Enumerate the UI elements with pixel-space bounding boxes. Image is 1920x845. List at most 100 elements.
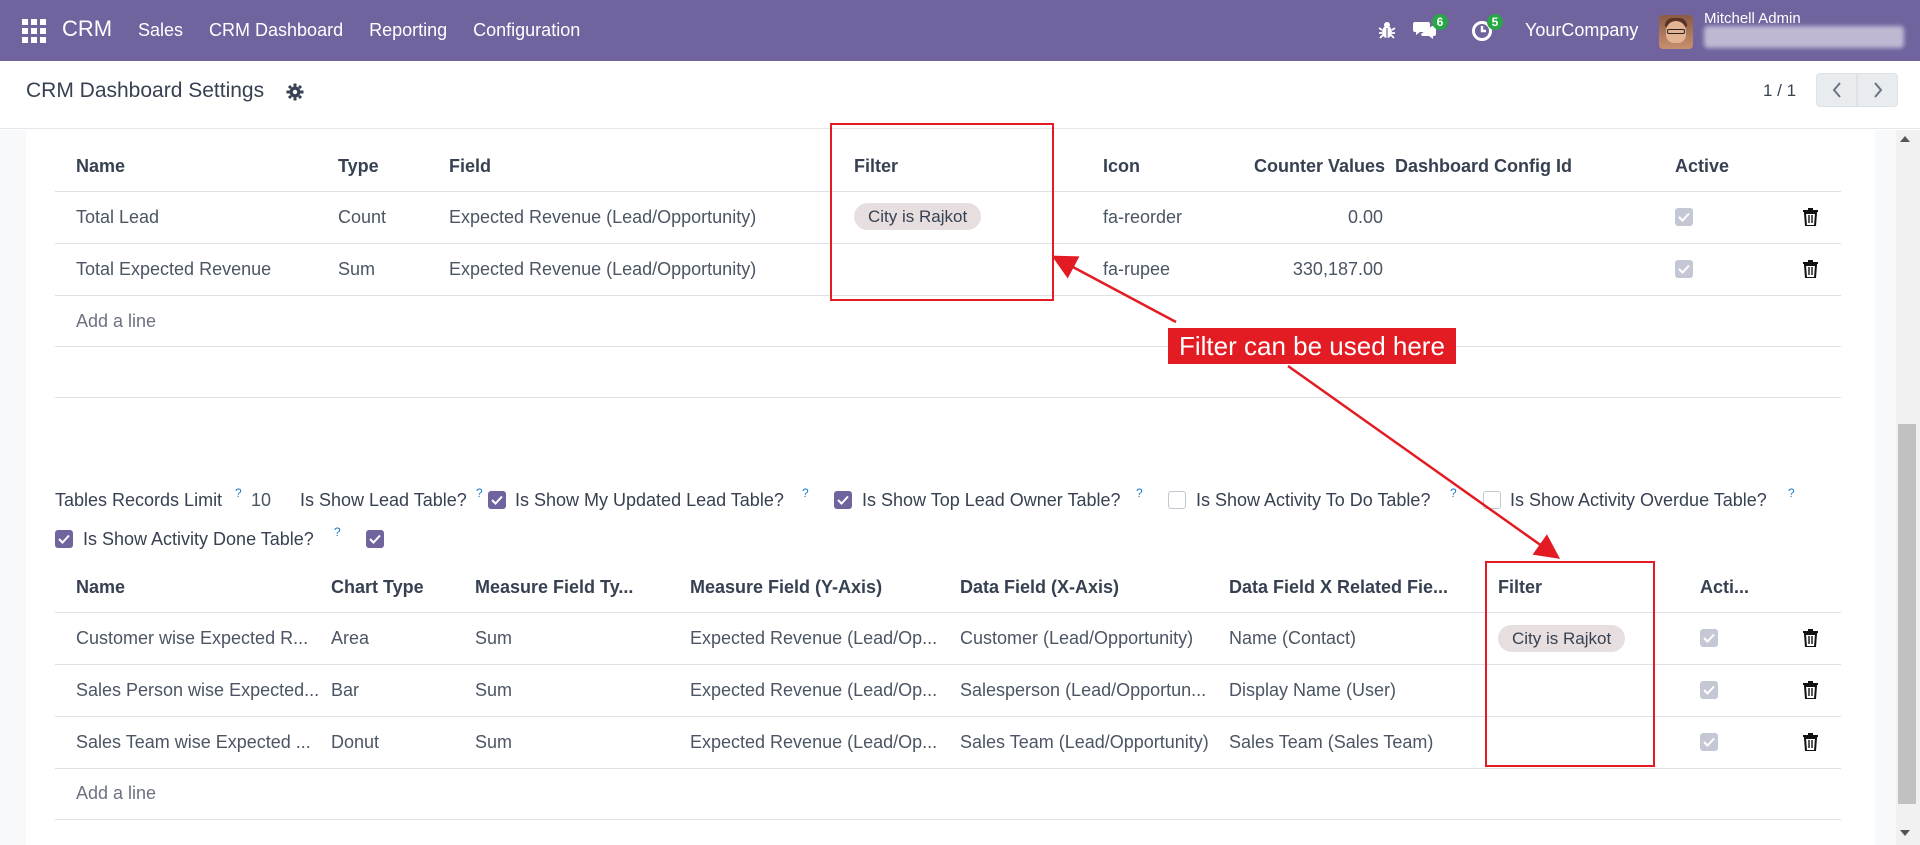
help-tooltip[interactable]: ? bbox=[334, 525, 341, 539]
annotation-callout: Filter can be used here bbox=[1168, 328, 1456, 364]
active-checkbox[interactable] bbox=[1675, 260, 1693, 278]
col-header-dashboard-config-id[interactable]: Dashboard Config Id bbox=[1395, 156, 1572, 177]
bug-icon[interactable] bbox=[1378, 20, 1396, 45]
chat-count-badge: 6 bbox=[1432, 14, 1448, 30]
delete-row-trash-icon[interactable] bbox=[1803, 733, 1818, 756]
menu-sales[interactable]: Sales bbox=[138, 20, 183, 41]
show-my-updated-lead-checkbox[interactable] bbox=[834, 491, 852, 509]
activity-count-badge: 5 bbox=[1487, 14, 1503, 30]
tables-records-limit-value[interactable]: 10 bbox=[251, 490, 271, 511]
cell-measure-type[interactable]: Sum bbox=[475, 680, 512, 701]
delete-row-trash-icon[interactable] bbox=[1803, 208, 1818, 231]
apps-menu-icon[interactable] bbox=[22, 19, 46, 43]
scroll-up-arrow-icon[interactable] bbox=[1900, 136, 1910, 142]
active-checkbox[interactable] bbox=[1700, 733, 1718, 751]
row-divider bbox=[55, 346, 1841, 347]
scroll-down-arrow-icon[interactable] bbox=[1900, 830, 1910, 836]
col-header-measure-field[interactable]: Measure Field (Y-Axis) bbox=[690, 577, 882, 598]
cell-name[interactable]: Customer wise Expected R... bbox=[76, 628, 326, 649]
annotation-highlight-box bbox=[830, 123, 1054, 301]
top-navbar: CRM Sales CRM Dashboard Reporting Config… bbox=[0, 0, 1920, 61]
pager-previous-button[interactable] bbox=[1816, 73, 1857, 107]
cell-measure-field[interactable]: Expected Revenue (Lead/Op... bbox=[690, 628, 955, 649]
gear-icon[interactable] bbox=[286, 83, 304, 106]
cell-data-field-related[interactable]: Display Name (User) bbox=[1229, 680, 1396, 701]
cell-data-field[interactable]: Sales Team (Lead/Opportunity) bbox=[960, 732, 1225, 753]
cell-counter-value[interactable]: 0.00 bbox=[1283, 207, 1383, 228]
col-header-field[interactable]: Field bbox=[449, 156, 491, 177]
col-header-active[interactable]: Acti... bbox=[1700, 577, 1749, 598]
col-header-name[interactable]: Name bbox=[76, 577, 125, 598]
cell-type[interactable]: Count bbox=[338, 207, 386, 228]
delete-row-trash-icon[interactable] bbox=[1803, 681, 1818, 704]
show-top-lead-owner-label: Is Show Top Lead Owner Table? bbox=[862, 490, 1121, 510]
menu-configuration[interactable]: Configuration bbox=[473, 20, 580, 41]
help-tooltip[interactable]: ? bbox=[1788, 486, 1795, 500]
show-activity-overdue-checkbox[interactable] bbox=[55, 530, 73, 548]
cell-measure-type[interactable]: Sum bbox=[475, 732, 512, 753]
user-avatar[interactable] bbox=[1659, 15, 1693, 49]
chevron-left-icon bbox=[1832, 82, 1841, 98]
show-activity-done-checkbox[interactable] bbox=[366, 530, 384, 548]
app-brand[interactable]: CRM bbox=[62, 16, 112, 42]
page-title: CRM Dashboard Settings bbox=[26, 79, 265, 102]
col-header-icon[interactable]: Icon bbox=[1103, 156, 1140, 177]
user-name[interactable]: Mitchell Admin bbox=[1704, 10, 1801, 27]
cell-data-field[interactable]: Salesperson (Lead/Opportun... bbox=[960, 680, 1225, 701]
cell-icon[interactable]: fa-rupee bbox=[1103, 259, 1170, 280]
col-header-type[interactable]: Type bbox=[338, 156, 379, 177]
cell-name[interactable]: Sales Person wise Expected... bbox=[76, 680, 326, 701]
col-header-chart-type[interactable]: Chart Type bbox=[331, 577, 424, 598]
help-tooltip[interactable]: ? bbox=[1450, 486, 1457, 500]
menu-reporting[interactable]: Reporting bbox=[369, 20, 447, 41]
show-lead-table-checkbox[interactable] bbox=[488, 491, 506, 509]
company-switcher[interactable]: YourCompany bbox=[1525, 20, 1638, 41]
cell-type[interactable]: Sum bbox=[338, 259, 375, 280]
cell-field[interactable]: Expected Revenue (Lead/Opportunity) bbox=[449, 207, 756, 228]
cell-chart-type[interactable]: Area bbox=[331, 628, 369, 649]
col-header-active[interactable]: Active bbox=[1675, 156, 1729, 177]
cell-field[interactable]: Expected Revenue (Lead/Opportunity) bbox=[449, 259, 756, 280]
active-checkbox[interactable] bbox=[1675, 208, 1693, 226]
add-line-link[interactable]: Add a line bbox=[76, 311, 156, 332]
scrollbar-thumb[interactable] bbox=[1898, 424, 1916, 804]
cell-measure-field[interactable]: Expected Revenue (Lead/Op... bbox=[690, 732, 955, 753]
cell-counter-value[interactable]: 330,187.00 bbox=[1263, 259, 1383, 280]
show-top-lead-owner-checkbox[interactable] bbox=[1168, 491, 1186, 509]
cell-name[interactable]: Total Lead bbox=[76, 207, 159, 228]
col-header-counter-values[interactable]: Counter Values bbox=[1254, 156, 1385, 177]
cell-icon[interactable]: fa-reorder bbox=[1103, 207, 1182, 228]
show-my-updated-lead-label: Is Show My Updated Lead Table? bbox=[515, 490, 784, 510]
cell-data-field-related[interactable]: Sales Team (Sales Team) bbox=[1229, 732, 1433, 753]
cell-measure-type[interactable]: Sum bbox=[475, 628, 512, 649]
help-tooltip[interactable]: ? bbox=[235, 486, 242, 500]
active-checkbox[interactable] bbox=[1700, 629, 1718, 647]
cell-name[interactable]: Total Expected Revenue bbox=[76, 259, 271, 280]
cell-name[interactable]: Sales Team wise Expected ... bbox=[76, 732, 326, 753]
row-divider bbox=[55, 397, 1841, 398]
col-header-name[interactable]: Name bbox=[76, 156, 125, 177]
active-checkbox[interactable] bbox=[1700, 681, 1718, 699]
col-header-data-field-related[interactable]: Data Field X Related Fie... bbox=[1229, 577, 1448, 598]
menu-crm-dashboard[interactable]: CRM Dashboard bbox=[209, 20, 343, 41]
col-header-measure-field-type[interactable]: Measure Field Ty... bbox=[475, 577, 633, 598]
help-tooltip[interactable]: ? bbox=[476, 486, 483, 500]
delete-row-trash-icon[interactable] bbox=[1803, 260, 1818, 283]
pager-value[interactable]: 1 / 1 bbox=[1763, 81, 1796, 101]
show-activity-todo-checkbox[interactable] bbox=[1483, 491, 1501, 509]
row-divider bbox=[55, 819, 1841, 820]
help-tooltip[interactable]: ? bbox=[802, 486, 809, 500]
annotation-highlight-box bbox=[1485, 561, 1655, 767]
cell-measure-field[interactable]: Expected Revenue (Lead/Op... bbox=[690, 680, 955, 701]
cell-chart-type[interactable]: Bar bbox=[331, 680, 359, 701]
cell-data-field[interactable]: Customer (Lead/Opportunity) bbox=[960, 628, 1225, 649]
cell-data-field-related[interactable]: Name (Contact) bbox=[1229, 628, 1356, 649]
add-line-link[interactable]: Add a line bbox=[76, 783, 156, 804]
delete-row-trash-icon[interactable] bbox=[1803, 629, 1818, 652]
cell-chart-type[interactable]: Donut bbox=[331, 732, 379, 753]
row-divider bbox=[55, 768, 1841, 769]
help-tooltip[interactable]: ? bbox=[1136, 486, 1143, 500]
col-header-data-field[interactable]: Data Field (X-Axis) bbox=[960, 577, 1119, 598]
show-activity-overdue-label: Is Show Activity Overdue Table? bbox=[1510, 490, 1767, 510]
pager-next-button[interactable] bbox=[1857, 73, 1898, 107]
